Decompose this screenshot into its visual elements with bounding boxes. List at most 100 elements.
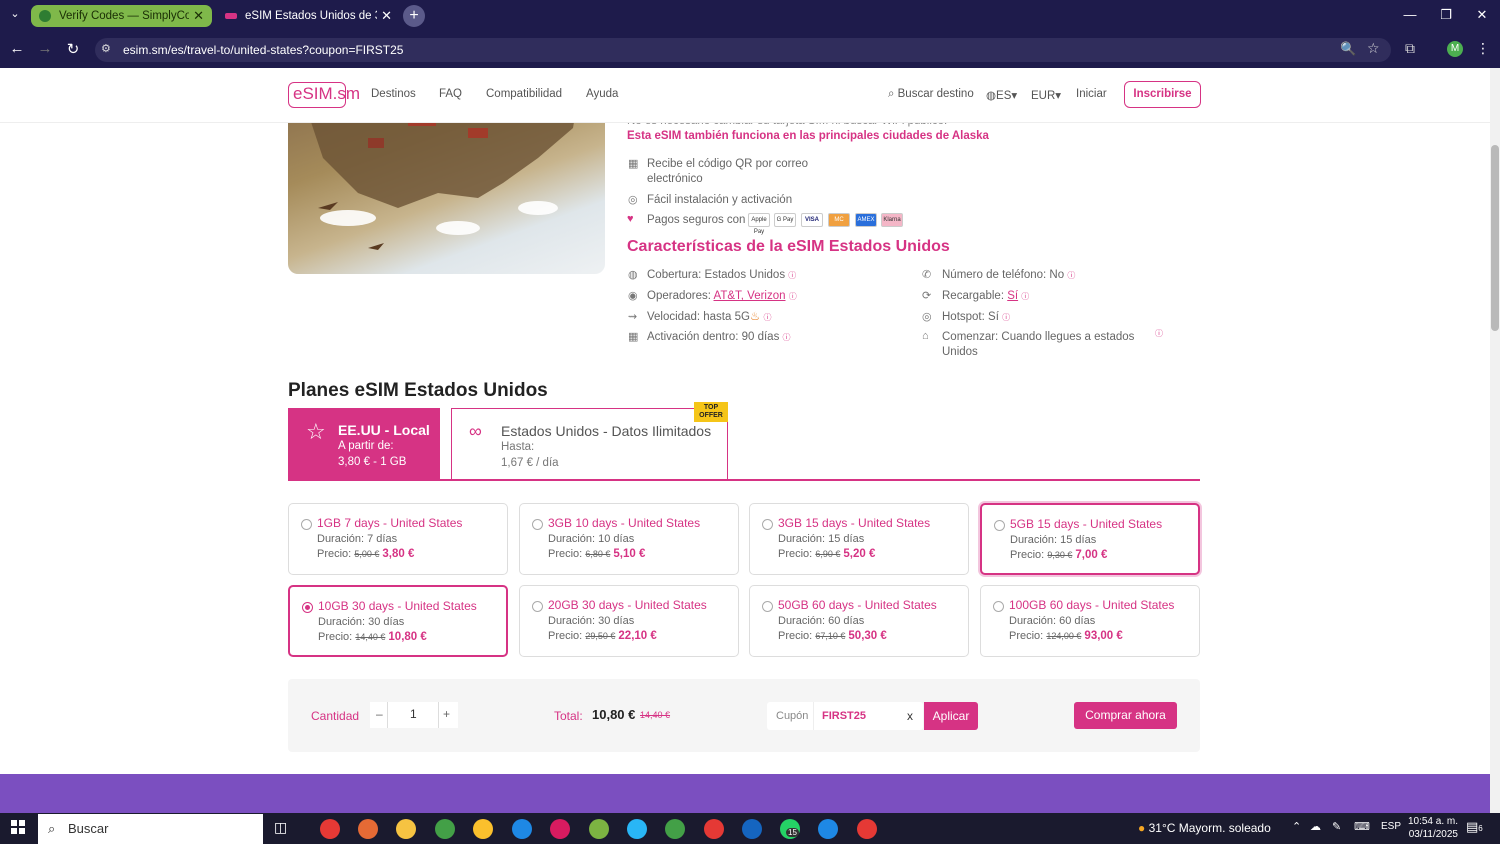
quantity-minus-button[interactable]: –	[376, 707, 383, 721]
plan-duration: Duración: 60 días	[1009, 615, 1096, 627]
plan-card[interactable]: 3GB 10 days - United States Duración: 10 …	[519, 503, 739, 575]
search-destination-button[interactable]: ⌕ Buscar destino	[888, 88, 974, 101]
forward-icon[interactable]: →	[36, 40, 54, 57]
nav-ayuda[interactable]: Ayuda	[586, 88, 618, 100]
info-icon[interactable]: ⓘ	[1155, 328, 1163, 339]
tab-local-name: EE.UU - Local	[338, 422, 430, 438]
info-icon[interactable]: ⓘ	[783, 333, 791, 342]
info-icon[interactable]: ⓘ	[763, 313, 771, 322]
show-hidden-icons-icon[interactable]: ⌃	[1292, 820, 1301, 833]
chrome-icon[interactable]	[665, 819, 685, 839]
tab-unlimited-plans[interactable]: ∞ Estados Unidos - Datos Ilimitados Hast…	[451, 408, 728, 480]
search-label: Buscar destino	[897, 88, 974, 100]
close-tab-icon[interactable]: ✕	[381, 8, 392, 24]
coupon-clear-icon[interactable]: x	[907, 709, 913, 723]
app-icon[interactable]	[818, 819, 838, 839]
chrome-icon[interactable]	[512, 819, 532, 839]
currency-select[interactable]: EUR▾	[1031, 88, 1061, 102]
plan-card[interactable]: 3GB 15 days - United States Duración: 15 …	[749, 503, 969, 575]
chrome-icon[interactable]	[589, 819, 609, 839]
search-icon: ⌕	[48, 821, 56, 836]
keyboard-icon[interactable]: ⌨	[1354, 820, 1370, 833]
plan-radio[interactable]	[993, 601, 1004, 612]
info-icon[interactable]: ⓘ	[1021, 292, 1029, 301]
extensions-icon[interactable]: ⧉	[1405, 40, 1415, 57]
coupon-input[interactable]: FIRST25	[822, 710, 866, 722]
zoom-icon[interactable]: 🔍	[1340, 41, 1356, 57]
tab-list-icon[interactable]: ⌄	[5, 7, 25, 25]
quantity-plus-button[interactable]: +	[443, 707, 450, 721]
taskbar-search-box[interactable]: ⌕ Buscar	[38, 814, 263, 844]
site-logo[interactable]: eSIM.sm	[288, 82, 360, 108]
info-icon[interactable]: ⓘ	[789, 292, 797, 301]
login-link[interactable]: Iniciar	[1076, 88, 1107, 100]
nav-faq[interactable]: FAQ	[439, 88, 462, 100]
plan-card[interactable]: 100GB 60 days - United States Duración: 6…	[980, 585, 1200, 657]
browser-tab-simplycodes[interactable]: Verify Codes — SimplyCodes ✕	[31, 5, 212, 27]
word-icon[interactable]	[742, 819, 762, 839]
close-window-icon[interactable]: ✕	[1472, 7, 1492, 23]
operators-link[interactable]: AT&T, Verizon	[714, 290, 786, 302]
language-select[interactable]: ◍ES▾	[986, 88, 1017, 102]
plan-card[interactable]: 10GB 30 days - United States Duración: 30…	[288, 585, 508, 657]
plan-radio[interactable]	[302, 602, 313, 613]
info-icon[interactable]: ⓘ	[788, 271, 796, 280]
plan-card[interactable]: 20GB 30 days - United States Duración: 30…	[519, 585, 739, 657]
info-icon[interactable]: ⓘ	[1067, 271, 1075, 280]
file-explorer-icon[interactable]	[396, 819, 416, 839]
profile-avatar[interactable]: M	[1447, 41, 1463, 57]
plan-radio[interactable]	[532, 601, 543, 612]
recharge-link[interactable]: Sí	[1007, 290, 1018, 302]
chrome-icon[interactable]	[473, 819, 493, 839]
url-text[interactable]: esim.sm/es/travel-to/united-states?coupo…	[123, 43, 403, 57]
browser-menu-icon[interactable]: ⋮	[1476, 40, 1490, 57]
chrome-icon[interactable]	[704, 819, 724, 839]
plan-radio[interactable]	[301, 519, 312, 530]
input-language[interactable]: ESP	[1381, 821, 1401, 832]
coupon-field[interactable]: Cupón FIRST25 x	[767, 702, 923, 730]
task-view-icon[interactable]: ◫	[274, 819, 287, 836]
copilot-icon[interactable]	[627, 819, 647, 839]
quantity-input[interactable]: 1	[410, 707, 417, 721]
plan-radio[interactable]	[762, 601, 773, 612]
plan-radio[interactable]	[994, 520, 1005, 531]
info-icon[interactable]: ⓘ	[1002, 313, 1010, 322]
chrome-icon[interactable]	[857, 819, 877, 839]
plan-card[interactable]: 5GB 15 days - United States Duración: 15 …	[980, 503, 1200, 575]
clock[interactable]: 10:54 a. m. 03/11/2025	[1406, 815, 1458, 841]
close-tab-icon[interactable]: ✕	[193, 8, 204, 24]
signup-button[interactable]: Inscribirse	[1124, 81, 1201, 108]
activation-row: Activación dentro: 90 días ⓘ	[647, 330, 791, 345]
plan-radio[interactable]	[762, 519, 773, 530]
chrome-icon[interactable]	[320, 819, 340, 839]
weather-widget[interactable]: ● 31°C Mayorm. soleado	[1138, 821, 1271, 835]
chrome-icon[interactable]	[550, 819, 570, 839]
tabs-underline	[288, 479, 1200, 481]
tab-local-plans[interactable]: ☆ EE.UU - Local A partir de: 3,80 € - 1 …	[288, 408, 440, 480]
minimize-icon[interactable]: —	[1400, 7, 1420, 22]
back-icon[interactable]: ←	[8, 40, 26, 57]
cloud-icon[interactable]: ☁	[1310, 820, 1321, 833]
nav-destinos[interactable]: Destinos	[371, 88, 416, 100]
buy-now-button[interactable]: Comprar ahora	[1074, 702, 1177, 729]
new-tab-button[interactable]: +	[403, 5, 425, 27]
browser-tab-esim[interactable]: eSIM Estados Unidos de 3,80 EUR ✕	[217, 5, 400, 27]
plan-duration: Duración: 30 días	[548, 615, 635, 627]
plan-radio[interactable]	[532, 519, 543, 530]
plan-card[interactable]: 1GB 7 days - United States Duración: 7 dí…	[288, 503, 508, 575]
site-info-icon[interactable]: ⚙	[101, 42, 111, 55]
scrollbar-thumb[interactable]	[1491, 145, 1499, 331]
tab-unlimited-sub2: 1,67 € / día	[501, 457, 559, 469]
reload-icon[interactable]: ↻	[64, 40, 82, 58]
plan-title: 3GB 10 days - United States	[548, 516, 701, 530]
chrome-icon[interactable]	[435, 819, 455, 839]
windows-start-icon[interactable]	[11, 820, 25, 834]
pen-icon[interactable]: ✎	[1332, 820, 1341, 833]
plan-card[interactable]: 50GB 60 days - United States Duración: 60…	[749, 585, 969, 657]
apply-coupon-button[interactable]: Aplicar	[924, 702, 978, 730]
notifications-icon[interactable]: ▤6	[1466, 819, 1483, 835]
nav-compatibilidad[interactable]: Compatibilidad	[486, 88, 562, 100]
bookmark-star-icon[interactable]: ☆	[1367, 40, 1380, 57]
restore-icon[interactable]: ❐	[1436, 7, 1456, 23]
chrome-icon[interactable]	[358, 819, 378, 839]
